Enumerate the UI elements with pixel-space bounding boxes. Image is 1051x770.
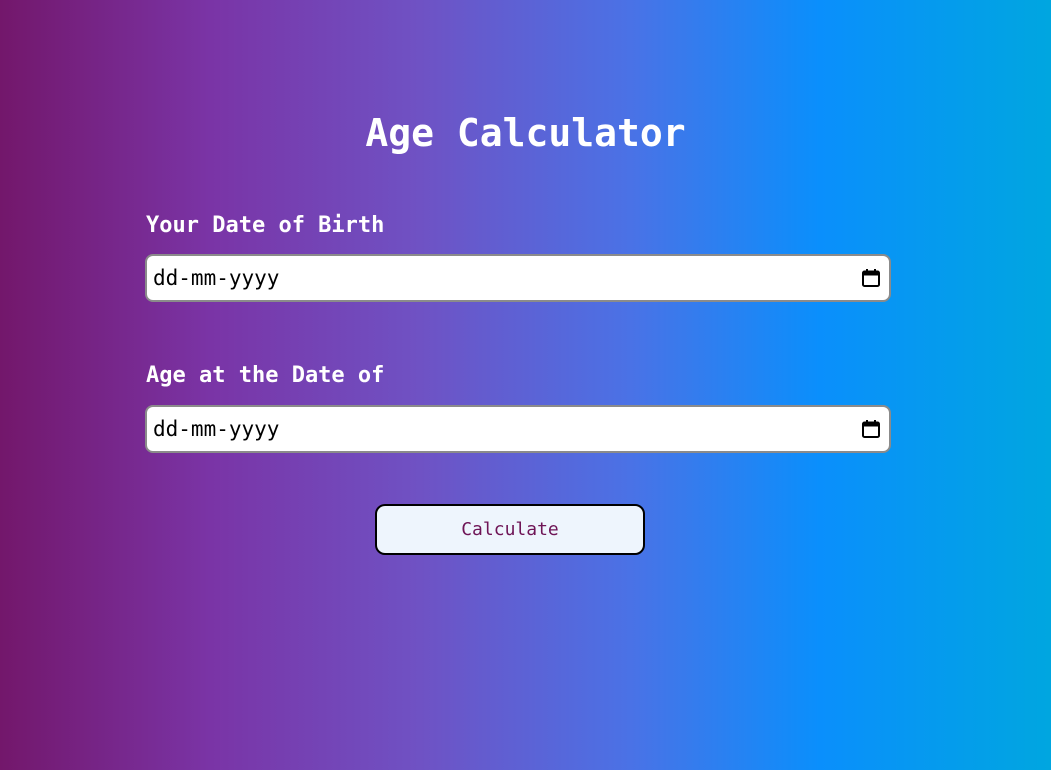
birth-date-input[interactable]: dd-mm-yyyy [145,254,891,302]
age-calculator-app: Age Calculator Your Date of Birth dd-mm-… [0,0,1051,770]
birth-date-placeholder: dd-mm-yyyy [153,266,280,290]
calculate-button[interactable]: Calculate [375,504,645,555]
birth-date-label: Your Date of Birth [146,213,385,238]
target-date-placeholder: dd-mm-yyyy [153,417,280,441]
calendar-icon[interactable] [861,419,881,439]
target-date-input[interactable]: dd-mm-yyyy [145,405,891,453]
target-date-label: Age at the Date of [146,363,385,388]
page-title: Age Calculator [365,111,686,155]
calendar-icon[interactable] [861,268,881,288]
